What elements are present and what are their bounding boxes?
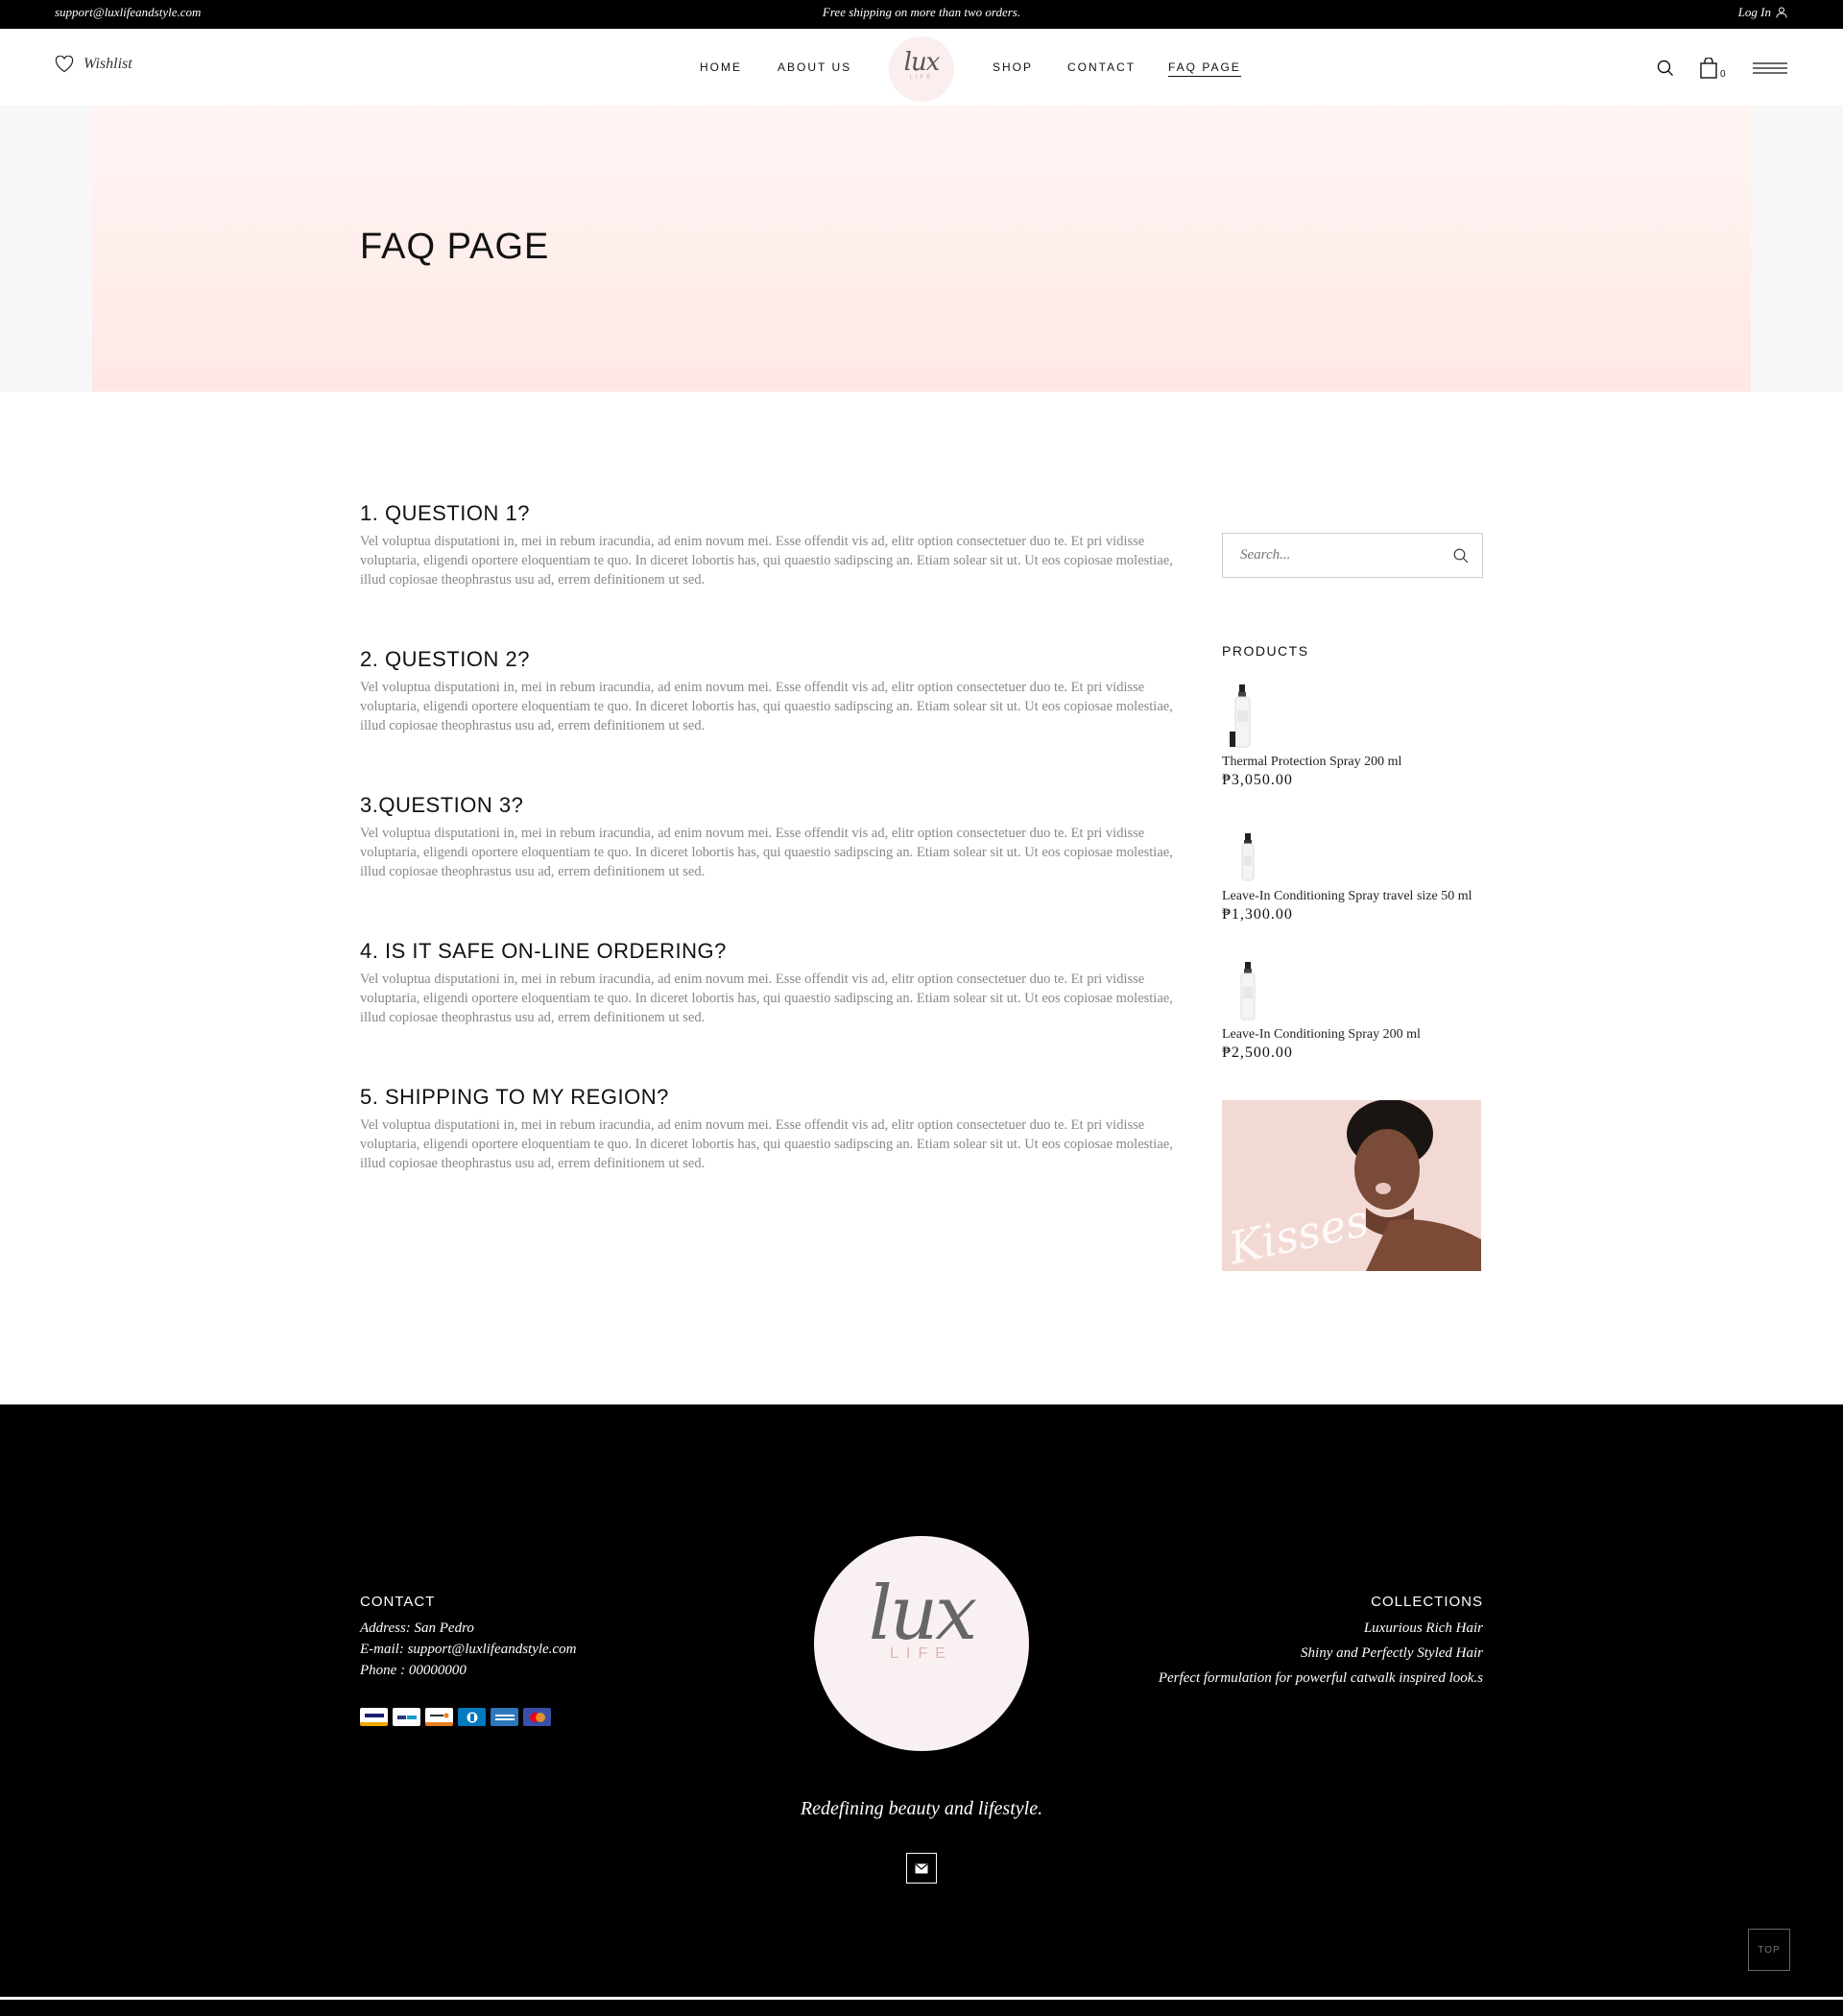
collection-link[interactable]: Shiny and Perfectly Styled Hair [1159, 1641, 1483, 1666]
footer-address: Address: San Pedro [360, 1620, 474, 1636]
product-item[interactable]: Leave-In Conditioning Spray travel size … [1222, 829, 1491, 924]
product-price: ₱3,050.00 [1222, 772, 1293, 788]
faq-item: 1. QUESTION 1? Vel voluptua disputationi… [360, 501, 1195, 647]
product-thumbnail[interactable] [1222, 960, 1276, 1021]
shopping-bag-icon [1700, 57, 1717, 79]
faq-answer: Vel voluptua disputationi in, mei in reb… [360, 680, 1173, 733]
product-name[interactable]: Leave-In Conditioning Spray travel size … [1222, 889, 1491, 904]
amex-icon [491, 1708, 518, 1726]
footer-bottom-strip [0, 1997, 1843, 2016]
footer-logo[interactable]: lux LIFE [814, 1536, 1029, 1751]
nav-shop[interactable]: SHOP [993, 60, 1033, 74]
faq-item: 5. SHIPPING TO MY REGION? Vel voluptua d… [360, 1085, 1195, 1231]
faq-item: 3.QUESTION 3? Vel voluptua disputationi … [360, 793, 1195, 939]
nav-home[interactable]: HOME [700, 60, 742, 74]
footer-contact-heading: CONTACT [360, 1594, 436, 1610]
header-actions: 0 [1657, 57, 1787, 80]
promo-portrait-image: Kisses [1222, 1100, 1481, 1271]
faq-question: 3.QUESTION 3? [360, 793, 524, 817]
footer-tagline: Redefining beauty and lifestyle. [800, 1798, 1043, 1819]
visa-icon [360, 1708, 388, 1726]
footer-collections: COLLECTIONS Luxurious Rich Hair Shiny an… [1159, 1594, 1483, 1691]
spray-bottle-image [1241, 833, 1255, 881]
promo-banner[interactable]: Kisses [1222, 1100, 1481, 1271]
product-thumbnail[interactable] [1222, 682, 1276, 749]
faq-question: 2. QUESTION 2? [360, 647, 530, 671]
discover-icon [425, 1708, 453, 1726]
email-social-button[interactable] [906, 1853, 937, 1884]
products-heading: PRODUCTS [1222, 643, 1309, 659]
top-bar: support@luxlifeandstyle.com Free shippin… [0, 0, 1843, 29]
mastercard-icon [523, 1708, 551, 1726]
search-icon[interactable] [1453, 548, 1469, 564]
site-logo[interactable]: lux LIFE [889, 36, 954, 102]
faq-item: 4. IS IT SAFE ON-LINE ORDERING? Vel volu… [360, 939, 1195, 1085]
logo-script-text: lux [903, 48, 941, 77]
page-title: FAQ PAGE [360, 227, 550, 267]
collection-link[interactable]: Perfect formulation for powerful catwalk… [1159, 1666, 1483, 1691]
site-header: Wishlist HOME ABOUT US lux LIFE SHOP CON… [0, 29, 1843, 106]
footer-logo-word: LIFE [890, 1645, 953, 1662]
login-link[interactable]: Log In [1738, 5, 1787, 20]
faq-question: 4. IS IT SAFE ON-LINE ORDERING? [360, 939, 727, 963]
heart-icon [55, 56, 74, 73]
product-item[interactable]: Leave-In Conditioning Spray 200 ml ₱2,50… [1222, 960, 1491, 1062]
footer-phone: Phone : 00000000 [360, 1663, 467, 1678]
faq-answer: Vel voluptua disputationi in, mei in reb… [360, 972, 1173, 1025]
product-item[interactable]: Thermal Protection Spray 200 ml ₱3,050.0… [1222, 682, 1491, 789]
faq-item: 2. QUESTION 2? Vel voluptua disputationi… [360, 647, 1195, 793]
cart-count: 0 [1720, 69, 1726, 80]
page-hero: FAQ PAGE [92, 106, 1751, 392]
faq-answer: Vel voluptua disputationi in, mei in reb… [360, 534, 1173, 588]
hamburger-menu-icon[interactable] [1753, 60, 1787, 76]
sidebar-search [1222, 533, 1483, 578]
diners-club-icon [458, 1708, 486, 1726]
spray-bottle-image [1240, 962, 1256, 1020]
wishlist-label: Wishlist [84, 56, 132, 72]
product-price: ₱1,300.00 [1222, 906, 1293, 923]
faq-answer: Vel voluptua disputationi in, mei in reb… [360, 1117, 1173, 1171]
site-footer: CONTACT Address: San Pedro E-mail: suppo… [0, 1404, 1843, 1997]
payment-methods [360, 1708, 551, 1726]
paypal-icon [393, 1708, 420, 1726]
cart-button[interactable]: 0 [1699, 57, 1728, 80]
footer-logo-script: lux [868, 1571, 977, 1657]
faq-question: 5. SHIPPING TO MY REGION? [360, 1085, 669, 1109]
nav-contact[interactable]: CONTACT [1067, 60, 1136, 74]
search-icon[interactable] [1657, 60, 1674, 77]
collection-link[interactable]: Luxurious Rich Hair [1159, 1616, 1483, 1641]
footer-collections-heading: COLLECTIONS [1371, 1594, 1483, 1610]
nav-about-us[interactable]: ABOUT US [778, 60, 851, 74]
spray-bottle-image [1230, 684, 1251, 748]
faq-question: 1. QUESTION 1? [360, 501, 530, 525]
back-to-top-button[interactable]: TOP [1748, 1929, 1790, 1971]
product-name[interactable]: Thermal Protection Spray 200 ml [1222, 755, 1491, 770]
envelope-icon [915, 1863, 928, 1873]
search-input[interactable] [1240, 547, 1453, 564]
faq-answer: Vel voluptua disputationi in, mei in reb… [360, 826, 1173, 879]
footer-contact: CONTACT Address: San Pedro E-mail: suppo… [360, 1594, 576, 1681]
shipping-notice: Free shipping on more than two orders. [822, 5, 1021, 19]
footer-email-link[interactable]: E-mail: support@luxlifeandstyle.com [360, 1639, 576, 1660]
user-icon [1776, 7, 1787, 18]
wishlist-link[interactable]: Wishlist [55, 56, 132, 73]
product-name[interactable]: Leave-In Conditioning Spray 200 ml [1222, 1027, 1491, 1043]
faq-list: 1. QUESTION 1? Vel voluptua disputationi… [360, 501, 1195, 1231]
product-price: ₱2,500.00 [1222, 1044, 1293, 1061]
login-label: Log In [1737, 5, 1771, 19]
nav-faq-page[interactable]: FAQ PAGE [1168, 60, 1241, 77]
product-thumbnail[interactable] [1222, 829, 1276, 883]
logo-word: LIFE [909, 75, 934, 81]
